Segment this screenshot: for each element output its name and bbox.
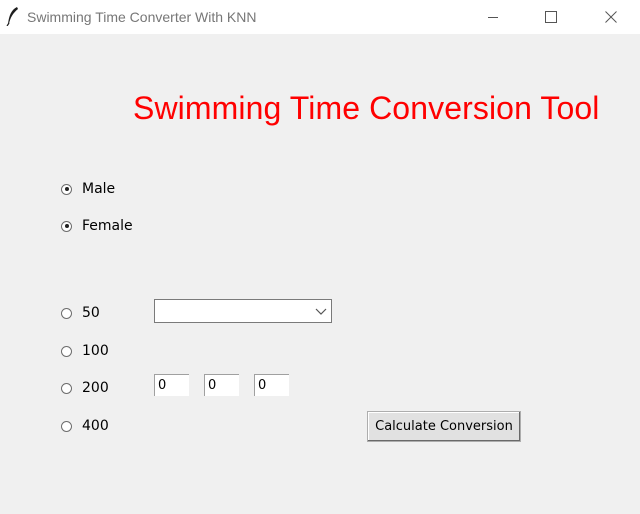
radio-label-50: 50	[82, 305, 100, 321]
radio-label-100: 100	[82, 343, 109, 359]
radio-male[interactable]: Male	[61, 179, 115, 199]
radio-distance-400[interactable]: 400	[61, 416, 109, 436]
feather-icon	[6, 7, 18, 26]
calculate-conversion-button[interactable]: Calculate Conversion	[367, 411, 521, 442]
close-icon	[605, 11, 617, 23]
radio-distance-100[interactable]: 100	[61, 341, 109, 361]
radio-label-400: 400	[82, 418, 109, 434]
minimize-icon	[488, 17, 498, 18]
radio-label-female: Female	[82, 218, 133, 234]
main-panel: Swimming Time Conversion Tool Male Femal…	[0, 34, 640, 514]
radio-indicator[interactable]	[61, 345, 72, 357]
stroke-select[interactable]	[154, 299, 332, 323]
time-input-minutes[interactable]	[154, 374, 189, 396]
minimize-button[interactable]	[470, 0, 516, 34]
window-title: Swimming Time Converter With KNN	[27, 9, 257, 25]
close-button[interactable]	[588, 0, 634, 34]
time-input-hundredths[interactable]	[254, 374, 289, 396]
radio-indicator[interactable]	[61, 220, 72, 232]
radio-label-200: 200	[82, 380, 109, 396]
radio-indicator[interactable]	[61, 307, 72, 319]
radio-female[interactable]: Female	[61, 216, 133, 236]
page-title: Swimming Time Conversion Tool	[133, 90, 600, 126]
title-bar: Swimming Time Converter With KNN	[0, 0, 640, 34]
time-input-seconds[interactable]	[204, 374, 239, 396]
maximize-button[interactable]	[528, 0, 574, 34]
radio-indicator[interactable]	[61, 420, 72, 432]
radio-distance-200[interactable]: 200	[61, 378, 109, 398]
radio-distance-50[interactable]: 50	[61, 303, 100, 323]
radio-indicator[interactable]	[61, 382, 72, 394]
radio-label-male: Male	[82, 181, 116, 197]
maximize-icon	[545, 11, 557, 23]
radio-indicator[interactable]	[61, 183, 72, 195]
chevron-down-icon[interactable]	[315, 306, 327, 316]
